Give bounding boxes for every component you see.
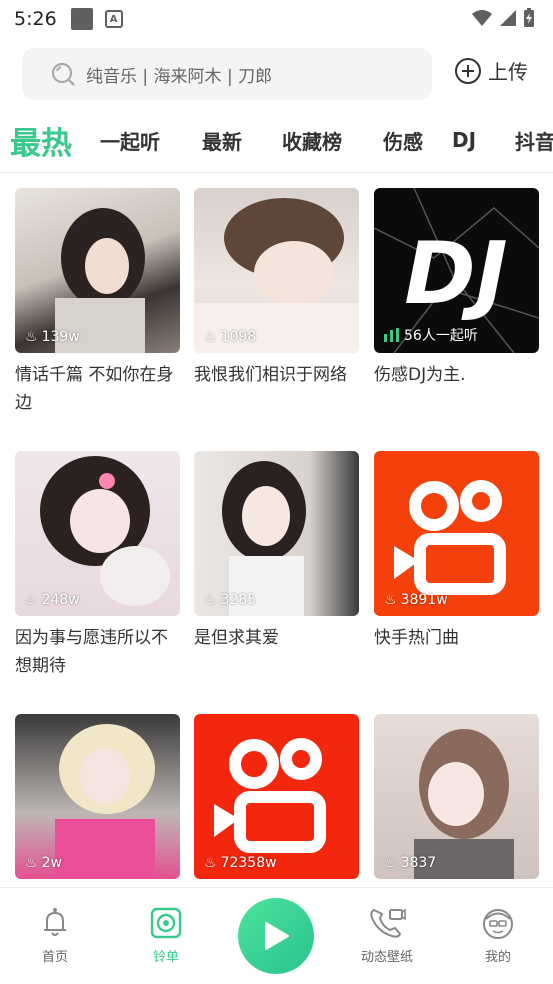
tab-sad[interactable]: 伤感 bbox=[383, 110, 423, 170]
nav-live-wallpaper-label: 动态壁纸 bbox=[360, 950, 413, 965]
battery-icon bbox=[524, 8, 534, 27]
play-count: ♨ 3891w bbox=[384, 592, 448, 608]
profile-icon bbox=[483, 909, 513, 939]
listening-count-value: 56人一起听 bbox=[404, 328, 478, 344]
status-time: 5:26 bbox=[14, 8, 57, 30]
playlist-title: 是但求其爱 bbox=[194, 628, 279, 648]
play-count-value: 248w bbox=[41, 592, 80, 608]
fire-icon: ♨ bbox=[384, 592, 397, 608]
play-count-value: 1098 bbox=[220, 329, 257, 345]
wifi-icon bbox=[472, 10, 492, 26]
playlist-card[interactable]: ♨ 3285 是但求其爱 bbox=[194, 451, 359, 652]
upload-label: 上传 bbox=[488, 60, 528, 84]
dj-cover-text: DJ bbox=[404, 224, 507, 324]
search-icon bbox=[51, 62, 75, 86]
nav-profile[interactable]: 我的 bbox=[458, 906, 538, 965]
tab-listen-together[interactable]: 一起听 bbox=[100, 110, 160, 170]
nav-live-wallpaper[interactable]: 动态壁纸 bbox=[347, 906, 427, 965]
tabs-divider bbox=[0, 172, 553, 173]
tab-douyin[interactable]: 抖音 bbox=[515, 110, 553, 170]
nav-playlist[interactable]: 铃单 bbox=[126, 906, 206, 965]
playlist-title: 因为事与愿违所以不想期待 bbox=[15, 628, 168, 676]
playlist-title: 情话千篇 不如你在身边 bbox=[15, 365, 174, 413]
play-count: ♨ 3285 bbox=[204, 592, 256, 608]
tab-dj[interactable]: DJ bbox=[452, 110, 476, 170]
play-count: ♨ 139w bbox=[25, 329, 80, 345]
category-tabs: 最热 一起听 最新 收藏榜 伤感 DJ 抖音 bbox=[0, 110, 553, 170]
nav-profile-label: 我的 bbox=[484, 950, 511, 965]
status-bar: 5:26 A bbox=[0, 0, 553, 38]
play-count-value: 3837 bbox=[400, 855, 437, 871]
listening-count: 56人一起听 bbox=[384, 325, 478, 345]
play-button[interactable] bbox=[238, 898, 314, 974]
nav-playlist-label: 铃单 bbox=[152, 950, 179, 965]
fire-icon: ♨ bbox=[204, 855, 217, 871]
playlist-cover: ♨ 3891w bbox=[374, 451, 539, 616]
bottom-nav: 首页 铃单 动态壁纸 我的 bbox=[0, 887, 553, 984]
playlist-card[interactable]: ♨ 248w 因为事与愿违所以不想期待 bbox=[15, 451, 180, 680]
tab-newest[interactable]: 最新 bbox=[202, 110, 242, 170]
playlist-title: 我恨我们相识于网络 bbox=[194, 365, 347, 385]
keyboard-icon: A bbox=[104, 10, 123, 28]
play-count-value: 2w bbox=[41, 855, 62, 871]
fire-icon: ♨ bbox=[204, 329, 217, 345]
playlist-cover: DJ 56人一起听 bbox=[374, 188, 539, 353]
play-count-value: 3285 bbox=[220, 592, 257, 608]
play-count: ♨ 248w bbox=[25, 592, 80, 608]
playlist-title: 快手热门曲 bbox=[374, 628, 459, 648]
play-icon bbox=[265, 922, 289, 950]
phone-icon bbox=[370, 908, 406, 938]
nav-home-label: 首页 bbox=[41, 950, 68, 965]
playlist-card[interactable]: ♨ 3837 bbox=[374, 714, 539, 879]
playlist-cover: ♨ 2w bbox=[15, 714, 180, 879]
play-count-value: 3891w bbox=[400, 592, 448, 608]
play-count-value: 139w bbox=[41, 329, 80, 345]
notification-icon bbox=[70, 8, 93, 30]
play-count-value: 72358w bbox=[220, 855, 277, 871]
playlist-cover: ♨ 72358w bbox=[194, 714, 359, 879]
signal-icon bbox=[500, 10, 516, 26]
playlist-cover: ♨ 1098 bbox=[194, 188, 359, 353]
tab-hot[interactable]: 最热 bbox=[10, 110, 72, 170]
fire-icon: ♨ bbox=[25, 329, 38, 345]
playlist-card[interactable]: DJ 56人一起听 伤感DJ为主. bbox=[374, 188, 539, 389]
playlist-cover: ♨ 3285 bbox=[194, 451, 359, 616]
upload-button[interactable]: 上传 bbox=[454, 56, 528, 85]
playlist-card[interactable]: ♨ 2w bbox=[15, 714, 180, 879]
bell-icon bbox=[44, 908, 66, 936]
plus-circle-icon bbox=[455, 57, 481, 84]
playlist-card[interactable]: ♨ 1098 我恨我们相识于网络 bbox=[194, 188, 359, 389]
play-count: ♨ 3837 bbox=[384, 855, 436, 871]
playlist-card[interactable]: ♨ 3891w 快手热门曲 bbox=[374, 451, 539, 652]
nav-home[interactable]: 首页 bbox=[15, 906, 95, 965]
playlist-cover: ♨ 139w bbox=[15, 188, 180, 353]
fire-icon: ♨ bbox=[25, 855, 38, 871]
equalizer-icon bbox=[384, 328, 399, 342]
playlist-title: 伤感DJ为主. bbox=[374, 365, 466, 385]
playlist-cover: ♨ 248w bbox=[15, 451, 180, 616]
playlist-cover: ♨ 3837 bbox=[374, 714, 539, 879]
playlist-card[interactable]: ♨ 139w 情话千篇 不如你在身边 bbox=[15, 188, 180, 417]
play-count: ♨ 1098 bbox=[204, 329, 256, 345]
play-count: ♨ 72358w bbox=[204, 855, 277, 871]
search-input[interactable]: 纯音乐 | 海来阿木 | 刀郎 bbox=[22, 48, 432, 100]
playlist-icon bbox=[150, 907, 182, 939]
fire-icon: ♨ bbox=[25, 592, 38, 608]
fire-icon: ♨ bbox=[384, 855, 397, 871]
play-count: ♨ 2w bbox=[25, 855, 62, 871]
search-placeholder: 纯音乐 | 海来阿木 | 刀郎 bbox=[86, 66, 273, 87]
tab-favorites[interactable]: 收藏榜 bbox=[282, 110, 342, 170]
fire-icon: ♨ bbox=[204, 592, 217, 608]
playlist-card[interactable]: ♨ 72358w bbox=[194, 714, 359, 879]
